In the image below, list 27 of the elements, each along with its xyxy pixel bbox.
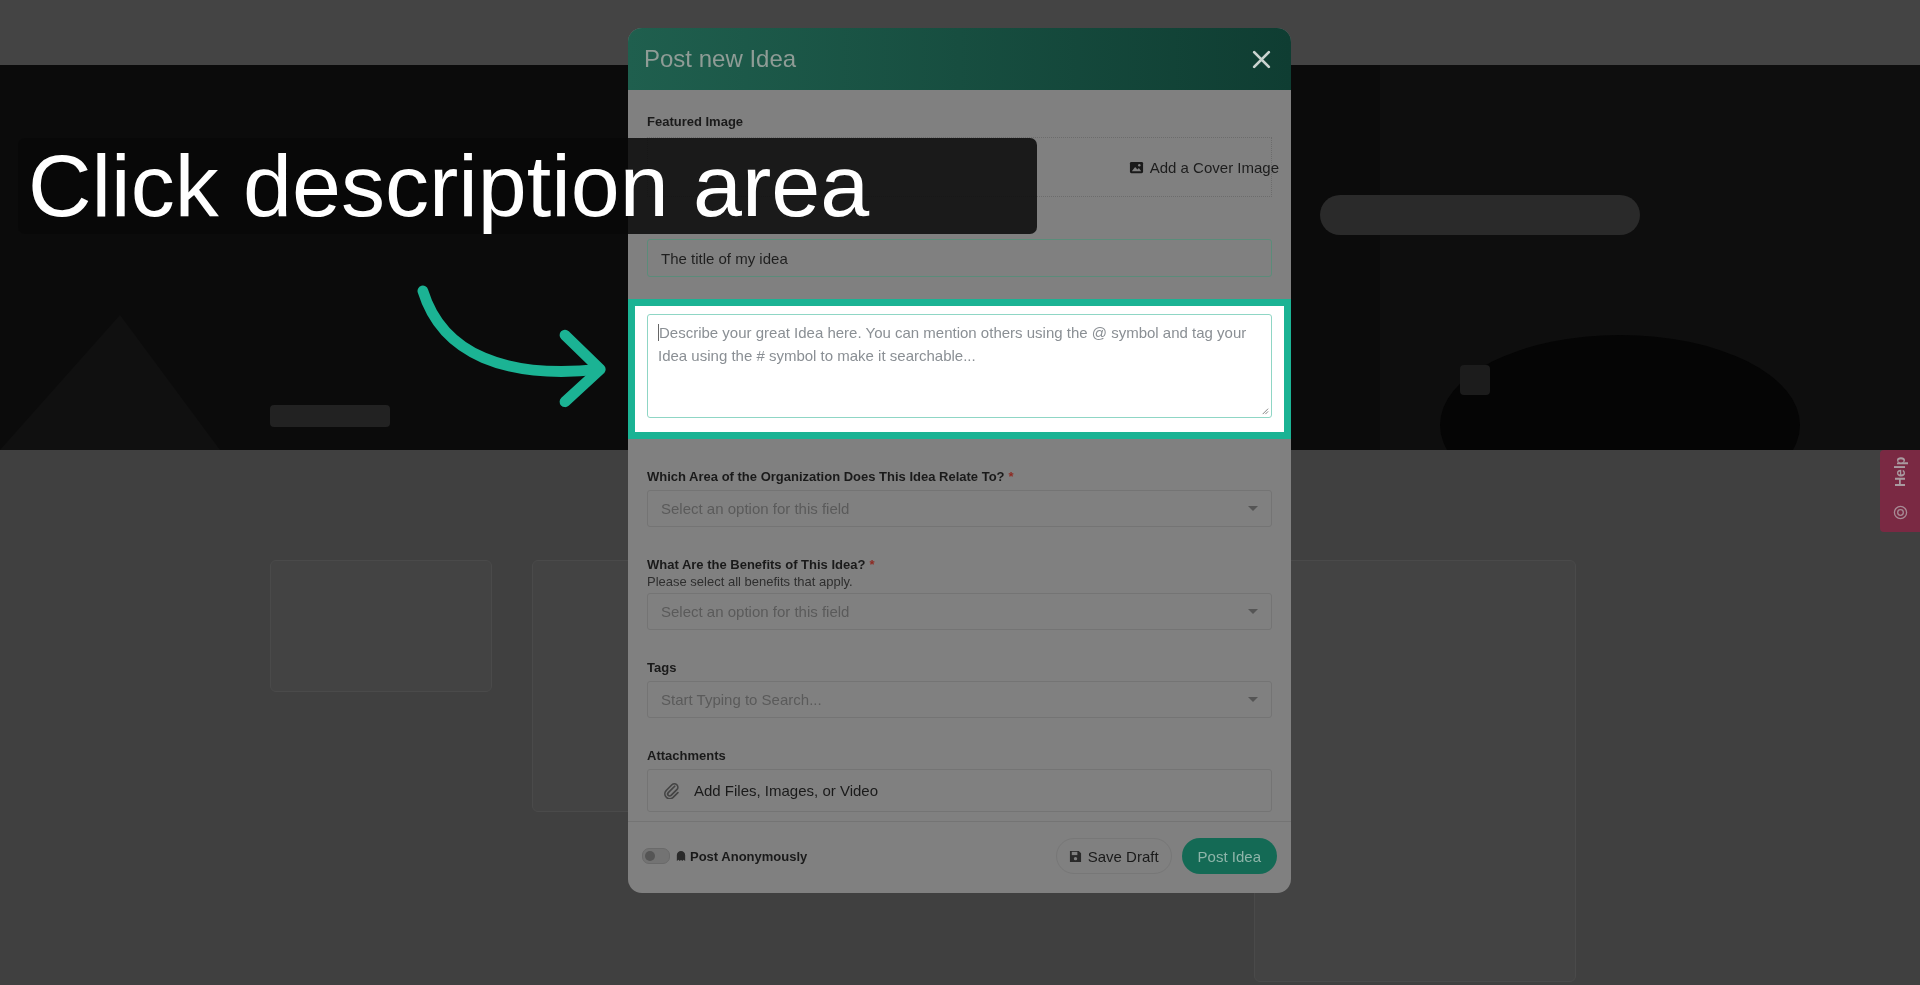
field-label: What Are the Benefits of This Idea? — [647, 557, 866, 572]
caret-icon — [1248, 505, 1258, 512]
ghost-icon — [676, 850, 686, 862]
required-mark: * — [869, 557, 875, 572]
dialog-title: Post new Idea — [644, 45, 797, 73]
add-cover-image-button[interactable]: Add a Cover Image — [1128, 158, 1279, 176]
paperclip-icon — [663, 782, 680, 799]
save-draft-button[interactable]: Save Draft — [1055, 838, 1172, 874]
field-label: Tags — [647, 660, 677, 675]
toggle-label: Post Anonymously — [690, 848, 808, 864]
title-field[interactable]: The title of my idea — [647, 239, 1272, 277]
help-tab[interactable]: Help — [1880, 450, 1920, 532]
field-label: Attachments — [647, 748, 726, 763]
image-icon — [1128, 159, 1144, 175]
field-hint: Please select all benefits that apply. — [647, 574, 854, 589]
field-label: Featured Image — [647, 114, 745, 129]
lifebuoy-icon — [1892, 504, 1908, 520]
description-field[interactable]: Describe your great Idea here. You can mention others using the @ symbol and tag your Idea using the # symbol to make it searchable... — [647, 314, 1272, 418]
post-idea-button[interactable]: Post Idea — [1181, 838, 1277, 874]
required-mark: * — [1008, 469, 1014, 484]
field-label: Which Area of the Organization Does This Idea Relate To? — [647, 469, 1005, 484]
add-attachments-button[interactable]: Add Files, Images, or Video — [647, 769, 1272, 812]
close-icon[interactable] — [1251, 48, 1272, 70]
resize-handle-icon[interactable] — [1260, 406, 1269, 415]
caret-icon — [1248, 608, 1258, 615]
caret-icon — [1248, 696, 1258, 703]
anonymous-toggle[interactable] — [642, 848, 670, 864]
